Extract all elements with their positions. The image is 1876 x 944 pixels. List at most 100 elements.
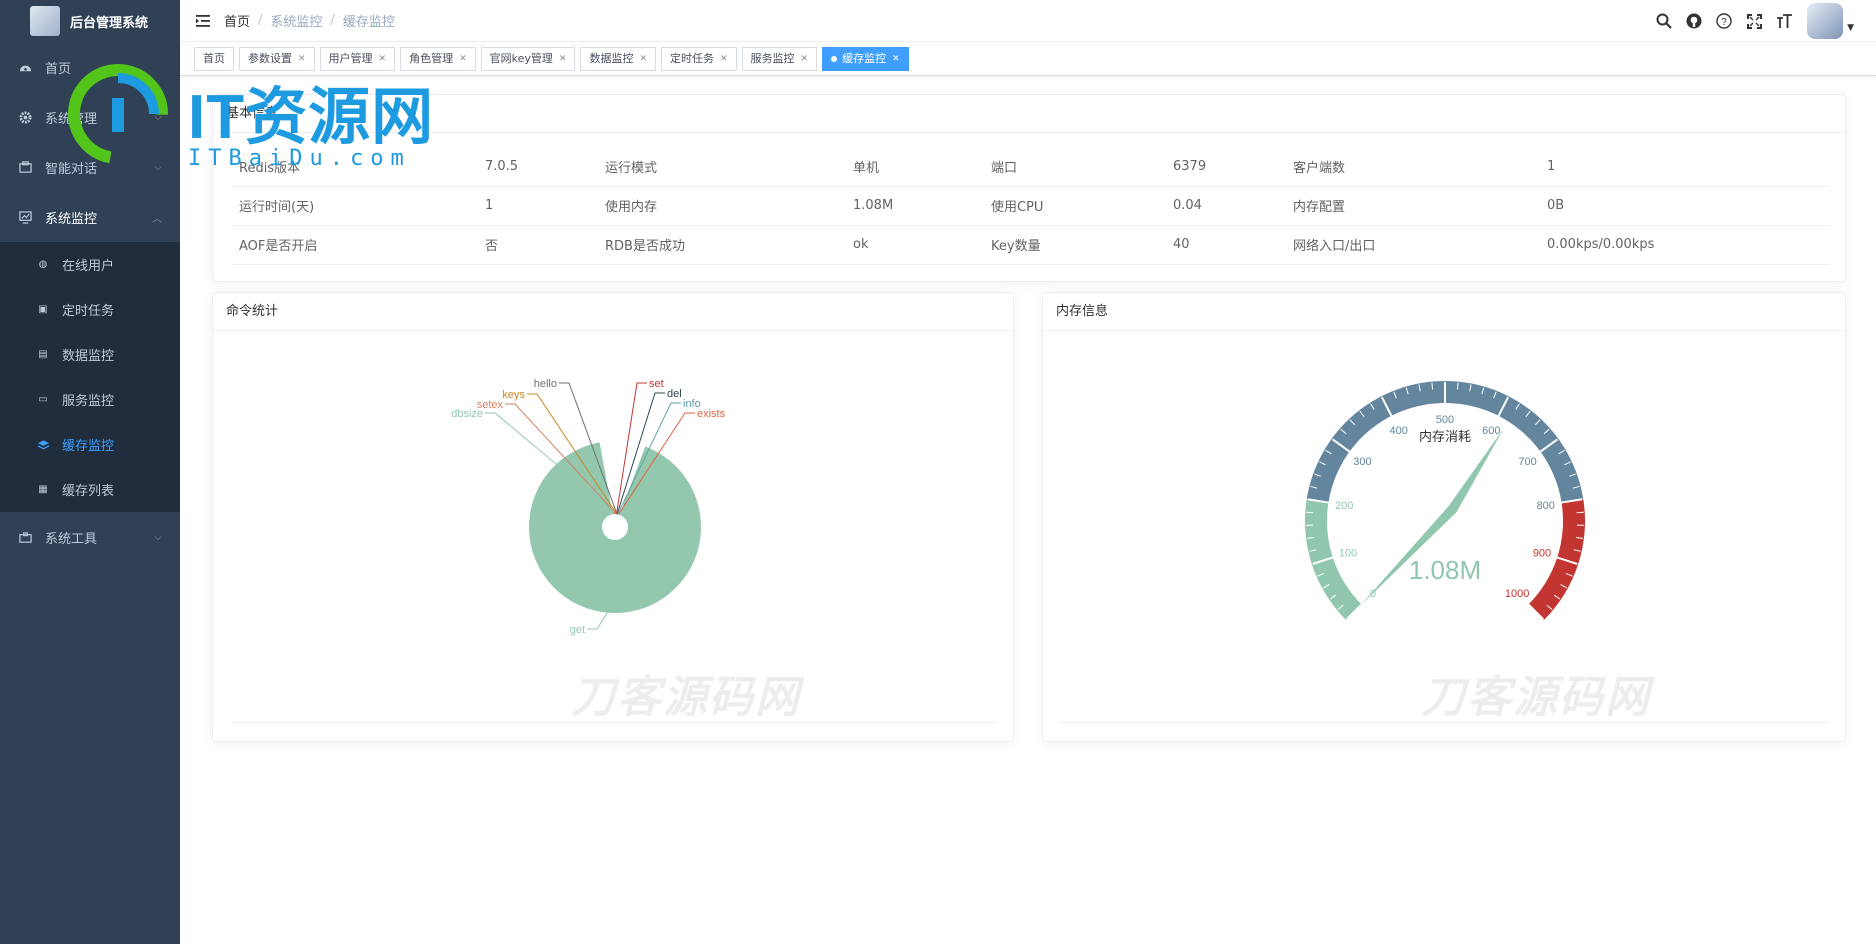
sidebar-item-monitor[interactable]: 系统监控 ︿ — [0, 192, 180, 242]
gauge-band — [1528, 499, 1585, 620]
question-icon[interactable]: ? — [1709, 0, 1739, 42]
online-icon: ◍ — [38, 259, 48, 270]
tag-role[interactable]: 角色管理 ✕ — [400, 46, 476, 71]
pie-label-del: del — [667, 388, 682, 400]
tag-label: 参数设置 — [248, 51, 292, 65]
gauge-tick-label: 500 — [1436, 414, 1454, 426]
breadcrumb-home[interactable]: 首页 — [224, 11, 250, 30]
chat-icon — [18, 160, 32, 174]
command-stats-card: 命令统计 get dbsize setex keys hello set del info ex… — [212, 292, 1014, 742]
pie-label-exists: exists — [697, 408, 726, 420]
caret-down-icon[interactable]: ▼ — [1847, 23, 1854, 33]
info-value: 6379 — [1165, 147, 1285, 187]
sidebar-item-tools[interactable]: 系统工具 ⌵ — [0, 512, 180, 562]
server-icon: ▭ — [38, 394, 48, 405]
close-icon[interactable]: ✕ — [639, 48, 647, 70]
info-label: 端口 — [983, 147, 1165, 187]
fullscreen-icon[interactable] — [1739, 0, 1769, 42]
breadcrumb: 首页 / 系统监控 / 缓存监控 — [224, 11, 395, 30]
info-label: 客户端数 — [1285, 147, 1539, 187]
sidebar-item-online-users[interactable]: ◍ 在线用户 — [0, 242, 180, 287]
monitor-icon — [18, 210, 32, 224]
sidebar-logo[interactable]: 后台管理系统 — [0, 0, 180, 42]
right-menu: ? ▼ — [1649, 0, 1854, 42]
sidebar-item-system[interactable]: 系统管理 ⌵ — [0, 92, 180, 142]
tags-view: 首页 参数设置 ✕ 用户管理 ✕ 角色管理 ✕ 官网key管理 ✕ 数据监控 ✕ 定时任务… — [180, 42, 1876, 76]
info-label: Redis版本 — [231, 147, 477, 187]
tag-jobs[interactable]: 定时任务 ✕ — [661, 46, 737, 71]
info-label: 使用CPU — [983, 186, 1165, 226]
sidebar-item-data-monitor[interactable]: ▤ 数据监控 — [0, 332, 180, 377]
table-row: AOF是否开启否 RDB是否成功 ok Key数量 40 网络入口/出口 0.00kps/0… — [231, 225, 1829, 265]
sidebar-item-label: 数据监控 — [62, 349, 115, 364]
tag-data-monitor[interactable]: 数据监控 ✕ — [580, 46, 656, 71]
card-title: 基本信息 — [213, 95, 1845, 133]
job-icon: ▣ — [38, 304, 48, 315]
sidebar-item-label: 定时任务 — [62, 304, 115, 319]
memory-gauge-chart: 01002003004005006007008009001000内存消耗1.08… — [1305, 380, 1585, 620]
gauge-value: 1.08M — [1409, 555, 1481, 585]
gauge-tick-label: 1000 — [1505, 588, 1529, 600]
gauge-band — [1305, 499, 1362, 620]
pie-label-set: set — [649, 378, 664, 390]
card-title: 命令统计 — [213, 293, 1013, 331]
search-icon[interactable] — [1649, 0, 1679, 42]
close-icon[interactable]: ✕ — [298, 48, 306, 70]
sidebar-item-label: 缓存列表 — [62, 484, 115, 499]
close-icon[interactable]: ✕ — [801, 48, 809, 70]
tag-label: 数据监控 — [589, 51, 634, 65]
tag-config[interactable]: 参数设置 ✕ — [239, 46, 315, 71]
logo-image — [30, 6, 60, 36]
info-value: 否 — [477, 225, 597, 265]
close-icon[interactable]: ✕ — [720, 48, 728, 70]
tag-key[interactable]: 官网key管理 ✕ — [480, 46, 576, 71]
info-value: 1 — [477, 186, 597, 226]
sidebar-item-label: 缓存监控 — [62, 439, 115, 454]
breadcrumb-separator: / — [258, 13, 263, 28]
breadcrumb-current: 缓存监控 — [342, 15, 395, 30]
tag-user[interactable]: 用户管理 ✕ — [319, 46, 396, 71]
sidebar: 后台管理系统 首页 系统管理 ⌵ 智能对话 ⌵ 系统监控 ︿ ◍ 在线用户 ▣ — [0, 0, 180, 944]
info-label: 运行模式 — [597, 147, 845, 187]
close-icon[interactable]: ✕ — [892, 48, 900, 70]
sidebar-item-label: 系统工具 — [45, 531, 98, 547]
avatar[interactable] — [1807, 3, 1844, 39]
close-icon[interactable]: ✕ — [459, 48, 467, 70]
sidebar-item-server-monitor[interactable]: ▭ 服务监控 — [0, 377, 180, 422]
sidebar-item-home[interactable]: 首页 — [0, 42, 180, 92]
pie-label-line — [587, 612, 608, 630]
info-table: Redis版本 7.0.5 运行模式 单机 端口 6379 客户端数 1 运行时间(天) 1 使用内… — [231, 147, 1829, 265]
gauge-tick — [1456, 382, 1459, 390]
pie-slice-get[interactable] — [529, 442, 701, 613]
close-icon[interactable]: ✕ — [379, 48, 387, 70]
submenu-monitor: ◍ 在线用户 ▣ 定时任务 ▤ 数据监控 ▭ 服务监控 缓存监控 ▦ 缓存列表 — [0, 242, 180, 512]
sidebar-item-cache-list[interactable]: ▦ 缓存列表 — [0, 467, 180, 512]
sidebar-item-chat[interactable]: 智能对话 ⌵ — [0, 142, 180, 192]
close-icon[interactable]: ✕ — [559, 48, 567, 70]
sidebar-item-jobs[interactable]: ▣ 定时任务 — [0, 287, 180, 332]
info-value: 1.08M — [845, 186, 983, 226]
divider — [231, 722, 995, 723]
font-size-icon[interactable] — [1769, 0, 1799, 42]
sidebar-item-label: 系统管理 — [45, 111, 98, 127]
breadcrumb-separator: / — [330, 13, 335, 28]
gauge-tick-label: 100 — [1339, 548, 1357, 560]
breadcrumb-system-monitor: 系统监控 — [270, 15, 323, 30]
hamburger-icon[interactable] — [184, 0, 224, 42]
table-row: Redis版本 7.0.5 运行模式 单机 端口 6379 客户端数 1 — [231, 147, 1829, 187]
pie-slice-keys[interactable] — [614, 511, 616, 515]
tag-cache-monitor[interactable]: 缓存监控 ✕ — [822, 46, 909, 71]
dashboard-icon — [18, 60, 32, 74]
app-title: 后台管理系统 — [70, 15, 149, 31]
sidebar-item-cache-monitor[interactable]: 缓存监控 — [0, 422, 180, 467]
svg-text:?: ? — [1721, 17, 1727, 28]
tag-label: 定时任务 — [670, 51, 714, 65]
info-value: 0.00kps/0.00kps — [1539, 225, 1829, 265]
gauge-tick-label: 900 — [1533, 548, 1551, 560]
gauge-tick — [1431, 382, 1434, 390]
tag-server-monitor[interactable]: 服务监控 ✕ — [741, 46, 818, 71]
gauge-tick-label: 700 — [1518, 456, 1536, 468]
tag-home[interactable]: 首页 — [194, 46, 234, 71]
github-icon[interactable] — [1679, 0, 1709, 42]
pie-label-keys: keys — [502, 389, 525, 401]
